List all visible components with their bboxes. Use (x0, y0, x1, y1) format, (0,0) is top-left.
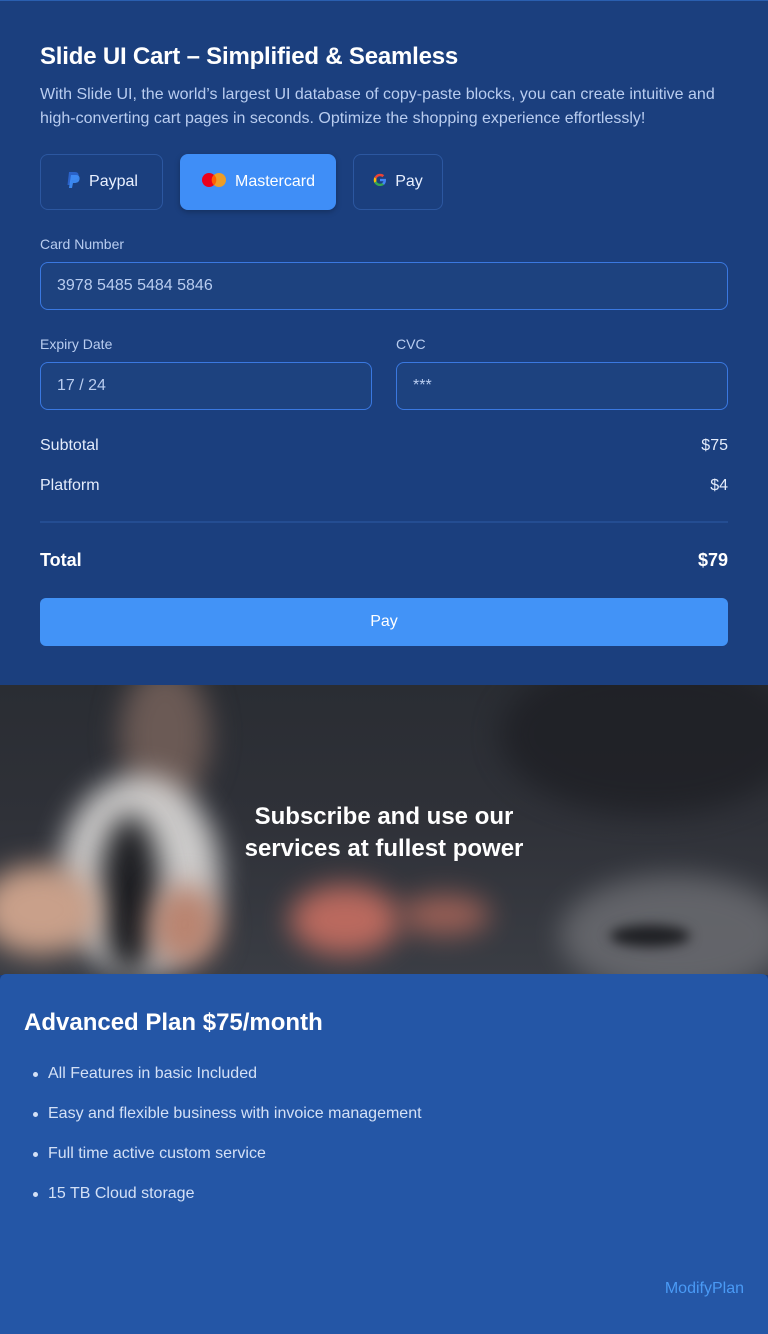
pay-button[interactable]: Pay (40, 598, 728, 646)
subtotal-value: $75 (701, 437, 728, 454)
hero-title-line-1: Subscribe and use our (254, 803, 514, 830)
summary-divider (40, 521, 728, 523)
card-number-label: Card Number (40, 236, 125, 252)
total-row: Total $79 (40, 550, 728, 571)
modify-plan-link[interactable]: ModifyPlan (665, 1280, 744, 1298)
plan-feature-list: All Features in basic Included Easy and … (32, 1062, 422, 1222)
plan-feature-item: All Features in basic Included (32, 1062, 422, 1102)
cart-description: With Slide UI, the world’s largest UI da… (40, 86, 715, 127)
mastercard-label: Mastercard (234, 173, 316, 190)
hero-title: Subscribe and use our services at fulles… (0, 801, 768, 865)
total-label: Total (40, 550, 82, 570)
advanced-plan-card: Advanced Plan $75/month All Features in … (0, 974, 768, 1334)
google-pay-label: Pay (395, 173, 423, 190)
subtotal-row: Subtotal $75 (40, 437, 728, 455)
platform-label: Platform (40, 477, 100, 494)
expiry-date-input[interactable]: 17 / 24 (40, 362, 372, 410)
cvc-label: CVC (396, 336, 426, 352)
subscribe-hero: Subscribe and use our services at fulles… (0, 685, 768, 975)
subtotal-label: Subtotal (40, 437, 99, 454)
paypal-option[interactable]: Paypal (40, 154, 163, 210)
hero-title-line-2: services at fullest power (244, 835, 524, 862)
mastercard-option[interactable]: Mastercard (180, 154, 336, 210)
card-number-input[interactable]: 3978 5485 5484 5846 (40, 262, 728, 310)
cart-title: Slide UI Cart – Simplified & Seamless (40, 43, 459, 70)
google-icon (373, 173, 387, 192)
cvc-input[interactable]: *** (396, 362, 728, 410)
plan-feature-item: Full time active custom service (32, 1142, 422, 1182)
paypal-label: Paypal (89, 173, 138, 190)
google-pay-option[interactable]: Pay (353, 154, 443, 210)
cart-section: Slide UI Cart – Simplified & Seamless Wi… (0, 0, 768, 685)
paypal-icon (65, 171, 81, 194)
plan-feature-item: Easy and flexible business with invoice … (32, 1102, 422, 1142)
expiry-date-label: Expiry Date (40, 336, 113, 352)
plan-title: Advanced Plan $75/month (24, 1009, 323, 1036)
mastercard-icon (201, 172, 227, 193)
total-value: $79 (697, 550, 728, 570)
platform-row: Platform $4 (40, 477, 728, 495)
plan-feature-item: 15 TB Cloud storage (32, 1182, 422, 1222)
platform-value: $4 (710, 477, 728, 494)
